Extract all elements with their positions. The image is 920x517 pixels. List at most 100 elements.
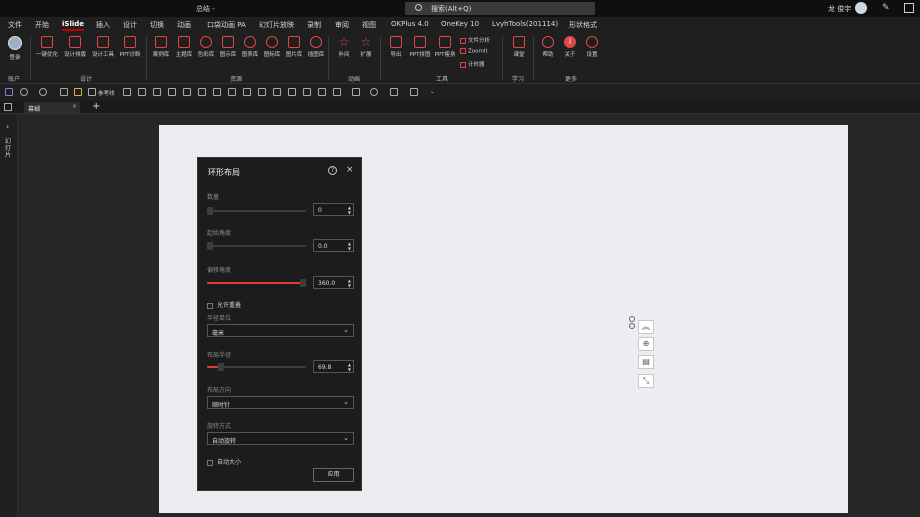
tab-okplus[interactable]: OKPlus 4.0 (391, 20, 429, 28)
tab-insert[interactable]: 插入 (96, 20, 110, 30)
tab-home[interactable]: 开始 (35, 20, 49, 30)
allow-overlap-checkbox[interactable]: 允许重叠 (207, 300, 241, 309)
offset-angle-slider[interactable] (207, 279, 306, 287)
ref-line-checkbox[interactable] (88, 88, 96, 96)
auto-size-checkbox[interactable]: 自动大小 (207, 457, 241, 466)
tab-design[interactable]: 设计 (123, 20, 137, 30)
ppt-diagnose-button[interactable]: PPT诊断 (116, 36, 144, 58)
group-icon[interactable] (333, 88, 341, 96)
user-name[interactable]: 龙 俊宇 (828, 4, 851, 14)
tab-view[interactable]: 视图 (362, 20, 376, 30)
count-stepper[interactable]: ▲ ▼ (348, 205, 351, 215)
save-icon[interactable] (5, 88, 13, 96)
start-angle-stepper[interactable]: ▲ ▼ (348, 241, 351, 251)
copy-format-icon[interactable]: ▤ (638, 355, 654, 369)
ppt-slim-button[interactable]: PPT瘦身 (431, 36, 459, 58)
flip-icon[interactable] (303, 88, 311, 96)
document-tab[interactable]: 幕蝴 × (24, 102, 80, 113)
apply-button[interactable]: 应用 (313, 468, 354, 482)
arrange-icon[interactable] (352, 88, 360, 96)
offset-angle-stepper[interactable]: ▲ ▼ (348, 278, 351, 288)
crop-icon[interactable] (318, 88, 326, 96)
undo-icon[interactable] (20, 88, 28, 96)
illustration-library-button[interactable]: 插图库 (302, 36, 330, 58)
ring-handle-icon[interactable] (629, 316, 636, 330)
same-width-icon[interactable] (243, 88, 251, 96)
user-avatar[interactable] (855, 2, 867, 14)
tab-pa[interactable]: 口袋动画 PA (207, 20, 246, 30)
layout-options-icon[interactable]: ⊕ (638, 337, 654, 351)
ribbon-display-icon[interactable] (904, 3, 914, 13)
text-box-icon[interactable] (410, 88, 418, 96)
align-left-icon[interactable] (123, 88, 131, 96)
radius-field[interactable]: 69.8 ▲ ▼ (313, 360, 354, 373)
radius-slider[interactable] (207, 363, 306, 371)
gear-icon (586, 36, 598, 48)
tab-shape-format[interactable]: 形状格式 (569, 20, 597, 30)
login-button[interactable]: 登录 (1, 53, 29, 61)
format-painter-icon[interactable] (60, 88, 68, 96)
tab-record[interactable]: 录制 (307, 20, 321, 30)
tab-slideshow[interactable]: 幻灯片放映 (259, 20, 294, 30)
close-tab-icon[interactable]: × (72, 103, 77, 110)
tab-animations[interactable]: 动画 (177, 20, 191, 30)
pen-icon[interactable]: ✎ (882, 3, 890, 13)
collapse-icon[interactable]: ︽ (638, 320, 654, 334)
close-icon[interactable]: × (346, 165, 354, 175)
zoomit-button[interactable]: ZoomIt (460, 48, 488, 55)
tab-onekey[interactable]: OneKey 10 (441, 20, 479, 28)
tab-file[interactable]: 文件 (8, 20, 22, 30)
same-size-icon[interactable] (273, 88, 281, 96)
redo-icon[interactable] (39, 88, 47, 96)
brush-icon[interactable] (74, 88, 82, 96)
document-list-icon[interactable] (4, 103, 12, 111)
more-commands-icon[interactable]: ⌄ (430, 89, 435, 95)
shape-fill-icon[interactable] (370, 88, 378, 96)
help-icon[interactable]: ? (328, 166, 337, 175)
tab-review[interactable]: 审阅 (335, 20, 349, 30)
design-layout-button[interactable]: 设计排版 (61, 36, 89, 58)
extend-button[interactable]: ☆ 扩展 (352, 36, 380, 58)
rotate-mode-select[interactable]: 自动旋转 ⌄ (207, 432, 354, 445)
ppt-puzzle-button[interactable]: PPT拼图 (406, 36, 434, 58)
diagnose-icon (124, 36, 136, 48)
group-label-more: 更多 (565, 76, 578, 83)
slide-pane-label[interactable]: 幻灯片 (5, 138, 13, 159)
same-height-icon[interactable] (258, 88, 266, 96)
shape-outline-icon[interactable] (390, 88, 398, 96)
align-middle-icon[interactable] (183, 88, 191, 96)
radius-stepper[interactable]: ▲ ▼ (348, 362, 351, 372)
count-slider[interactable] (207, 207, 306, 215)
timer-button[interactable]: 计时器 (460, 60, 485, 68)
distribute-h-icon[interactable] (213, 88, 221, 96)
settings-button[interactable]: 设置 (578, 36, 606, 58)
account-avatar[interactable] (8, 36, 22, 50)
classroom-button[interactable]: 课堂 (505, 36, 533, 58)
one-click-optimize-button[interactable]: 一键优化 (33, 36, 61, 58)
count-field[interactable]: 0 ▲ ▼ (313, 203, 354, 216)
start-angle-field[interactable]: 0.0 ▲ ▼ (313, 239, 354, 252)
new-tab-button[interactable]: + (92, 101, 100, 112)
distribute-v-icon[interactable] (228, 88, 236, 96)
tab-islide[interactable]: iSlide (62, 20, 84, 31)
search-input[interactable]: 搜索(Alt+Q) (431, 4, 471, 14)
resize-icon[interactable]: ⤡ (638, 374, 654, 388)
direction-select[interactable]: 顺时针 ⌄ (207, 396, 354, 409)
rotate-icon[interactable] (288, 88, 296, 96)
align-right-icon[interactable] (153, 88, 161, 96)
layout-icon (69, 36, 81, 48)
start-angle-slider[interactable] (207, 242, 306, 250)
offset-angle-field[interactable]: 360.0 ▲ ▼ (313, 276, 354, 289)
diagram-icon (222, 36, 234, 48)
radius-unit-select[interactable]: 毫米 ⌄ (207, 324, 354, 337)
expand-pane-icon[interactable]: › (6, 122, 9, 131)
tab-transitions[interactable]: 切换 (150, 20, 164, 30)
search-box[interactable]: 搜索(Alt+Q) (405, 2, 595, 15)
file-analysis-button[interactable]: 文件分析 (460, 36, 490, 44)
align-bottom-icon[interactable] (198, 88, 206, 96)
document-title[interactable]: 总结 - (196, 4, 215, 14)
design-tools-button[interactable]: 设计工具 (89, 36, 117, 58)
align-top-icon[interactable] (168, 88, 176, 96)
align-center-icon[interactable] (138, 88, 146, 96)
tab-lvyhtools[interactable]: LvyhTools(201114) (492, 20, 558, 28)
